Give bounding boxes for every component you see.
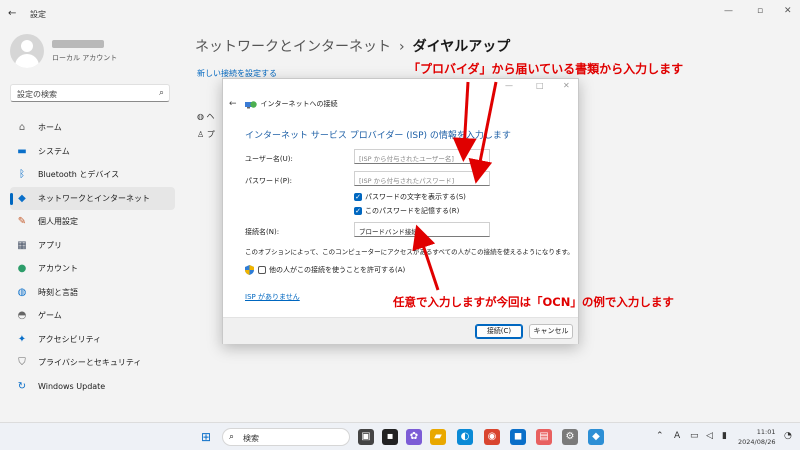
- network-icon: [244, 100, 257, 108]
- sidebar-nav: ⌂ ホーム ▬ システム ᛒ Bluetooth とデバイス ◆ ネットワークとインター…: [10, 116, 175, 398]
- dialog-maximize-icon[interactable]: □: [536, 81, 544, 90]
- sidebar-item-windows-update[interactable]: ↻ Windows Update: [10, 375, 175, 399]
- taskbar-search[interactable]: ⌕ 検索: [222, 428, 350, 446]
- sidebar-item-gaming[interactable]: ◓ ゲーム: [10, 304, 175, 328]
- dialog-close-icon[interactable]: ✕: [563, 81, 570, 90]
- home-icon: ⌂: [18, 122, 26, 134]
- background-row-2: ♙ プ: [197, 130, 215, 139]
- dialog-header: ← インターネットへの接続: [229, 99, 338, 109]
- copilot-icon[interactable]: ✿: [406, 429, 422, 445]
- sidebar-item-home[interactable]: ⌂ ホーム: [10, 116, 175, 140]
- edge-icon[interactable]: ◐: [457, 429, 473, 445]
- dialog-footer: 接続(C) キャンセル: [223, 317, 578, 344]
- search-icon: ⌕: [158, 88, 164, 98]
- password-field[interactable]: [ISP から付与されたパスワード]: [354, 171, 490, 186]
- title-bar: ← 設定 — ▫ ✕: [0, 0, 800, 28]
- username-label: ユーザー名(U):: [245, 155, 293, 163]
- sidebar-item-apps[interactable]: ▦ アプリ: [10, 234, 175, 258]
- app-title: 設定: [30, 10, 46, 19]
- account-type: ローカル アカウント: [52, 54, 118, 62]
- minimize-icon[interactable]: —: [724, 6, 733, 16]
- allow-others-checkbox[interactable]: 他の人がこの接続を使うことを許可する(A): [245, 265, 405, 275]
- sidebar-item-privacy[interactable]: ⛉ プライバシーとセキュリティ: [10, 351, 175, 375]
- sidebar-item-personalization[interactable]: ✎ 個人用設定: [10, 210, 175, 234]
- gamepad-icon: ◓: [17, 310, 27, 322]
- checkbox-box: [258, 266, 266, 274]
- settings-gear-icon[interactable]: ⚙: [562, 429, 578, 445]
- sidebar-item-time-language[interactable]: ◍ 時刻と言語: [10, 281, 175, 305]
- checkmark-icon: ✓: [354, 193, 362, 201]
- ethernet-icon[interactable]: ▭: [690, 431, 699, 441]
- sidebar-item-accessibility[interactable]: ✦ アクセシビリティ: [10, 328, 175, 352]
- apps-icon: ▦: [17, 239, 27, 251]
- remember-password-checkbox[interactable]: ✓ このパスワードを記憶する(R): [354, 206, 459, 216]
- bluetooth-icon: ᛒ: [19, 169, 25, 181]
- file-explorer-icon[interactable]: ▰: [430, 429, 446, 445]
- dialog-minimize-icon[interactable]: —: [505, 81, 513, 90]
- checkmark-icon: ✓: [354, 207, 362, 215]
- back-arrow-icon[interactable]: ←: [229, 99, 237, 109]
- network-app-icon[interactable]: ◆: [588, 429, 604, 445]
- avatar: [10, 34, 44, 68]
- search-icon: ⌕: [229, 432, 235, 442]
- connection-name-label: 接続名(N):: [245, 228, 280, 236]
- chrome-icon[interactable]: ◉: [484, 429, 500, 445]
- date-text: 2024/08/26: [738, 438, 776, 446]
- globe-icon: ◍: [197, 112, 204, 121]
- background-row-1: ◍ ヘ: [197, 112, 215, 121]
- taskbar: ⊞ ⌕ 検索 ▣ ▪ ✿ ▰ ◐ ◉ ◼ ▤ ⚙ ◆ ⌃ A ▭ ◁ ▮ 11:…: [0, 422, 800, 450]
- time-text: 11:01: [756, 428, 776, 436]
- connect-button[interactable]: 接続(C): [475, 324, 523, 339]
- notification-bell-icon[interactable]: ◔: [784, 431, 792, 441]
- task-view-icon[interactable]: ▣: [358, 429, 374, 445]
- battery-icon[interactable]: ▮: [722, 431, 727, 441]
- user-profile: ローカル アカウント: [10, 34, 180, 74]
- shield-icon: ⛉: [18, 357, 26, 369]
- wifi-icon: ◆: [18, 192, 26, 204]
- password-label: パスワード(P):: [245, 177, 293, 185]
- connection-name-field[interactable]: ブロードバンド接続: [354, 222, 490, 237]
- maximize-icon[interactable]: ▫: [757, 6, 763, 16]
- windows-start-icon[interactable]: ⊞: [198, 429, 214, 445]
- volume-icon[interactable]: ◁: [706, 431, 713, 441]
- accessibility-icon: ✦: [17, 333, 27, 345]
- user-name-redacted: [52, 40, 104, 48]
- username-field[interactable]: [ISP から付与されたユーザー名]: [354, 149, 490, 164]
- sidebar-item-network[interactable]: ◆ ネットワークとインターネット: [10, 186, 175, 210]
- sharing-note: このオプションによって、このコンピューターにアクセスがあるすべての人がこの接続を…: [245, 248, 574, 256]
- breadcrumb: ネットワークとインターネット › ダイヤルアップ: [195, 36, 510, 56]
- uac-shield-icon: [245, 265, 254, 275]
- sidebar-item-bluetooth[interactable]: ᛒ Bluetooth とデバイス: [10, 163, 175, 187]
- sidebar-item-system[interactable]: ▬ システム: [10, 140, 175, 164]
- chat-icon[interactable]: ▪: [382, 429, 398, 445]
- show-password-checkbox[interactable]: ✓ パスワードの文字を表示する(S): [354, 192, 466, 202]
- monitor-icon: ▬: [17, 145, 27, 157]
- close-icon[interactable]: ✕: [784, 6, 792, 16]
- globe-icon: ◍: [17, 286, 27, 298]
- annotation-bottom: 任意で入力しますが今回は「OCN」の例で入力します: [393, 295, 674, 309]
- cancel-button[interactable]: キャンセル: [529, 324, 573, 339]
- no-isp-link[interactable]: ISP がありません: [245, 292, 300, 302]
- person-icon: ♙: [197, 130, 205, 139]
- clock[interactable]: 11:01 2024/08/26: [738, 427, 775, 447]
- search-placeholder: 設定の検索: [17, 90, 57, 99]
- settings-search-input[interactable]: 設定の検索 ⌕: [10, 84, 170, 102]
- back-arrow-icon[interactable]: ←: [8, 8, 16, 19]
- brush-icon: ✎: [17, 216, 27, 228]
- update-icon: ↻: [17, 380, 27, 392]
- app-icon[interactable]: ▤: [536, 429, 552, 445]
- chevron-up-icon[interactable]: ⌃: [656, 431, 664, 441]
- ime-indicator[interactable]: A: [674, 431, 680, 441]
- dialog-title: インターネットへの接続: [260, 100, 338, 108]
- store-icon[interactable]: ◼: [510, 429, 526, 445]
- breadcrumb-separator: ›: [399, 39, 405, 55]
- dialog-heading: インターネット サービス プロバイダー (ISP) の情報を入力します: [245, 131, 511, 141]
- person-icon: ●: [17, 263, 27, 275]
- sidebar-item-accounts[interactable]: ● アカウント: [10, 257, 175, 281]
- page-title: ダイヤルアップ: [412, 39, 511, 55]
- annotation-top: 「プロバイダ」から届いている書類から入力します: [408, 62, 684, 76]
- breadcrumb-parent[interactable]: ネットワークとインターネット: [195, 39, 391, 55]
